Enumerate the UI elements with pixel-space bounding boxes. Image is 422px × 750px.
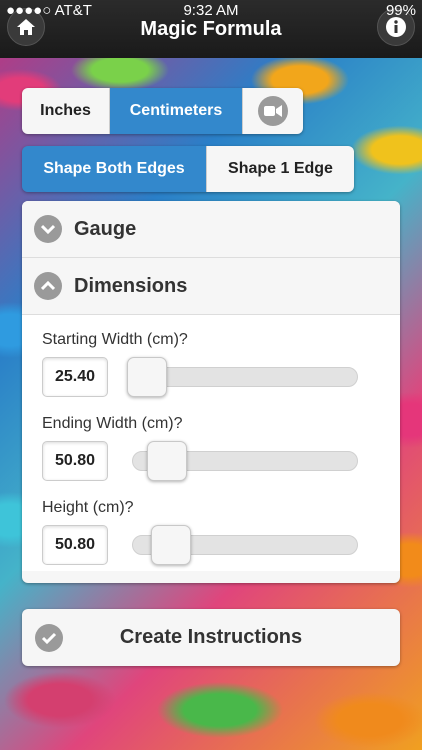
gauge-section-header[interactable]: Gauge	[22, 201, 400, 258]
check-icon	[35, 624, 63, 652]
shaping-segmented-control: Shape Both Edges Shape 1 Edge	[22, 146, 354, 192]
units-option-centimeters[interactable]: Centimeters	[110, 88, 243, 134]
page-title: Magic Formula	[140, 18, 282, 40]
dimensions-content: Starting Width (cm)? 25.40 Ending Width …	[22, 315, 400, 571]
height-input[interactable]: 50.80	[42, 525, 108, 565]
shape-both-edges-option[interactable]: Shape Both Edges	[22, 146, 207, 192]
battery-label: 99%	[385, 2, 416, 19]
create-instructions-label: Create Instructions	[119, 626, 303, 648]
units-segmented-control: Inches Centimeters	[22, 88, 303, 134]
status-bar: ●●●●○ AT&T 9:32 AM 99%	[0, 0, 422, 20]
starting-width-input[interactable]: 25.40	[42, 357, 108, 397]
starting-width-row: 25.40	[42, 351, 380, 403]
ending-width-slider[interactable]	[132, 441, 358, 481]
ending-width-input[interactable]: 50.80	[42, 441, 108, 481]
dimensions-section-label: Dimensions	[74, 274, 188, 297]
slider-thumb[interactable]	[146, 441, 187, 481]
height-slider[interactable]	[132, 525, 358, 565]
slider-thumb[interactable]	[150, 525, 191, 565]
starting-width-slider[interactable]	[127, 357, 358, 397]
video-camera-icon	[258, 96, 288, 126]
status-time: 9:32 AM	[183, 2, 239, 19]
chevron-down-icon	[34, 215, 62, 243]
ending-width-label: Ending Width (cm)?	[42, 415, 183, 432]
video-button[interactable]	[243, 88, 303, 134]
chevron-up-icon	[34, 272, 62, 300]
height-row: 50.80	[42, 519, 380, 571]
height-label: Height (cm)?	[42, 499, 134, 516]
slider-thumb[interactable]	[127, 357, 167, 397]
starting-width-label: Starting Width (cm)?	[42, 331, 188, 348]
settings-accordion: Gauge Dimensions Starting Width (cm)? 25…	[22, 201, 400, 583]
shape-one-edge-option[interactable]: Shape 1 Edge	[207, 146, 354, 192]
create-instructions-button[interactable]: Create Instructions	[22, 609, 400, 666]
dimensions-section-header[interactable]: Dimensions	[22, 258, 400, 315]
gauge-section-label: Gauge	[74, 217, 137, 240]
ending-width-row: 50.80	[42, 435, 380, 487]
units-option-inches[interactable]: Inches	[22, 88, 110, 134]
